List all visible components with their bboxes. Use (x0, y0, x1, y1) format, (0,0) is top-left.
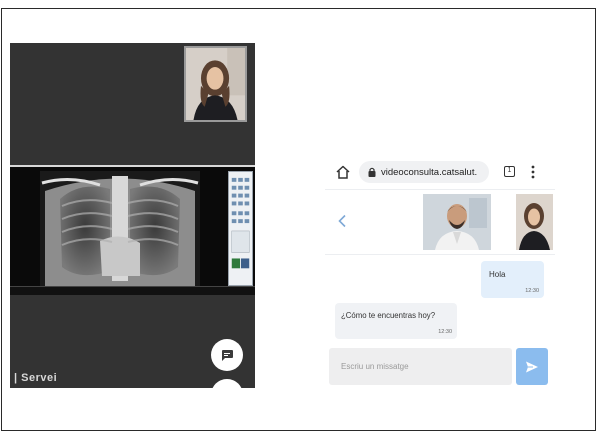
message-time: 12:30 (525, 288, 539, 294)
local-participant-video (516, 194, 553, 250)
secondary-action-button[interactable] (211, 379, 243, 388)
send-button[interactable] (516, 348, 548, 385)
url-text: videoconsulta.catsalut. (381, 166, 478, 178)
shared-screen (10, 165, 255, 295)
message-text: ¿Cómo te encuentras hoy? (341, 311, 436, 320)
message-time: 12:30 (438, 329, 452, 335)
lock-icon (368, 167, 376, 177)
message-text: Hola (489, 270, 506, 279)
mobile-browser-toolbar: videoconsulta.catsalut. 1 (325, 160, 555, 186)
back-icon[interactable] (337, 214, 347, 228)
chat-toggle-button[interactable] (211, 339, 243, 371)
chest-xray-image (40, 171, 200, 286)
desktop-taskbar (10, 286, 255, 295)
chat-bubble-icon (222, 350, 233, 361)
home-icon[interactable] (335, 164, 351, 180)
address-bar[interactable]: videoconsulta.catsalut. (359, 161, 489, 183)
remote-participant-video (423, 194, 491, 250)
screenshot-frame: | Servei videoconsulta.catsalut. 1 Hola … (1, 8, 596, 431)
tabs-icon[interactable]: 1 (504, 166, 515, 177)
outgoing-message: Hola 12:30 (481, 261, 544, 298)
brand-label: | Servei (14, 372, 58, 384)
participant-video-image (186, 48, 245, 120)
incoming-message: ¿Cómo te encuentras hoy? 12:30 (335, 303, 457, 339)
image-tools-panel[interactable] (228, 171, 253, 286)
message-input[interactable] (329, 348, 512, 385)
desktop-call-window: | Servei (10, 43, 255, 388)
menu-icon[interactable] (531, 165, 535, 179)
video-call-strip (325, 189, 555, 255)
self-video-tile (184, 46, 247, 122)
send-icon (526, 361, 538, 372)
